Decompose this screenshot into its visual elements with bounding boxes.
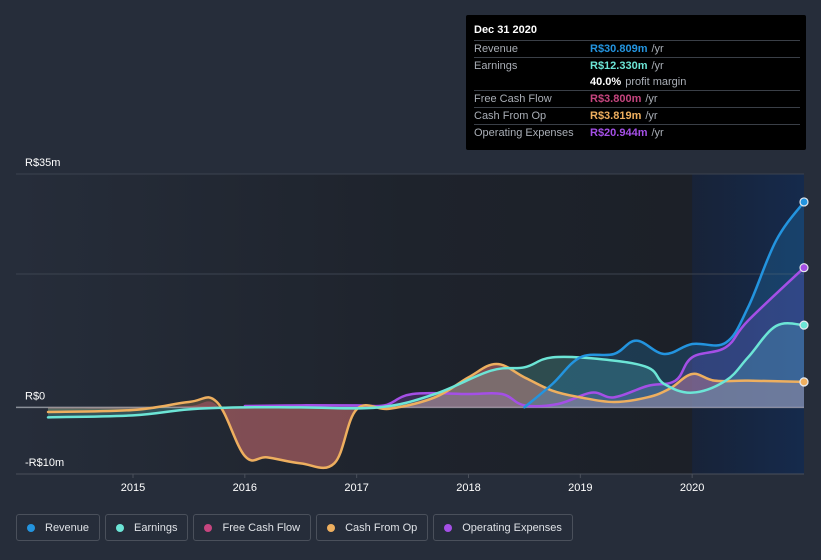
tooltip-value: R$30.809m — [590, 43, 648, 55]
tooltip-label: Free Cash Flow — [474, 93, 552, 105]
x-axis: 2015 2016 2017 2018 2019 2020 — [16, 473, 804, 494]
tooltip-row: Cash From Op R$3.819m/yr — [474, 108, 800, 125]
tooltip-row: 40.0% profit margin — [474, 74, 800, 91]
tooltip-label — [474, 74, 590, 90]
x-tick-label: 2018 — [456, 482, 480, 494]
tooltip-label: Earnings — [474, 60, 518, 72]
tooltip-unit: /yr — [645, 93, 658, 105]
tooltip-unit: /yr — [651, 43, 664, 55]
legend-item-earnings[interactable]: Earnings — [105, 514, 189, 541]
end-marker-cfo — [799, 377, 809, 387]
legend-label: Cash From Op — [345, 521, 418, 534]
tooltip-unit: /yr — [651, 60, 664, 72]
x-tick-label: 2015 — [121, 482, 145, 494]
tooltip-row: Revenue R$30.809m/yr — [474, 41, 800, 58]
tooltip-row: Operating Expenses R$20.944m/yr — [474, 125, 800, 141]
tooltip-label: Cash From Op — [474, 110, 547, 122]
plot-background — [16, 174, 804, 474]
tooltip-value: 40.0% — [590, 76, 622, 88]
tooltip-unit: /yr — [645, 110, 658, 122]
end-marker-earnings — [799, 320, 809, 330]
legend-label: Earnings — [134, 521, 178, 534]
tooltip-value: R$12.330m — [590, 60, 648, 72]
legend-label: Revenue — [45, 521, 90, 534]
legend-dot-icon — [327, 523, 336, 532]
legend-item-free-cash-flow[interactable]: Free Cash Flow — [193, 514, 312, 541]
tooltip-unit: /yr — [651, 127, 664, 139]
y-tick-label: R$0 — [25, 390, 45, 402]
tooltip-label: Operating Expenses — [474, 127, 574, 139]
legend-dot-icon — [204, 523, 213, 532]
x-tick-label: 2016 — [233, 482, 257, 494]
legend-dot-icon — [444, 523, 453, 532]
legend-label: Free Cash Flow — [222, 521, 301, 534]
x-tick-label: 2017 — [344, 482, 368, 494]
end-marker-opex — [799, 263, 809, 273]
tooltip-row: Earnings R$12.330m/yr — [474, 58, 800, 74]
y-tick-label: -R$10m — [25, 457, 64, 469]
legend-dot-icon — [27, 523, 35, 532]
y-tick-label: R$35m — [25, 157, 60, 169]
legend-item-revenue[interactable]: Revenue — [16, 514, 101, 541]
legend-item-operating-expenses[interactable]: Operating Expenses — [433, 514, 573, 541]
legend-label: Operating Expenses — [462, 521, 562, 534]
tooltip-label: Revenue — [474, 43, 519, 55]
tooltip: Dec 31 2020 Revenue R$30.809m/yr Earnings R… — [466, 15, 806, 150]
tooltip-unit: profit margin — [625, 76, 687, 88]
x-tick-label: 2019 — [568, 482, 592, 494]
end-marker-revenue — [799, 197, 809, 207]
tooltip-value: R$3.800m — [590, 93, 642, 105]
x-tick-label: 2020 — [680, 482, 704, 494]
tooltip-row: Free Cash Flow R$3.800m/yr — [474, 91, 800, 108]
tooltip-date: Dec 31 2020 — [474, 23, 800, 41]
tooltip-value: R$3.819m — [590, 110, 642, 122]
legend-item-cash-from-op[interactable]: Cash From Op — [316, 514, 429, 541]
legend-dot-icon — [116, 523, 125, 532]
legend: Revenue Earnings Free Cash Flow Cash From O… — [16, 514, 573, 541]
tooltip-value: R$20.944m — [590, 127, 648, 139]
